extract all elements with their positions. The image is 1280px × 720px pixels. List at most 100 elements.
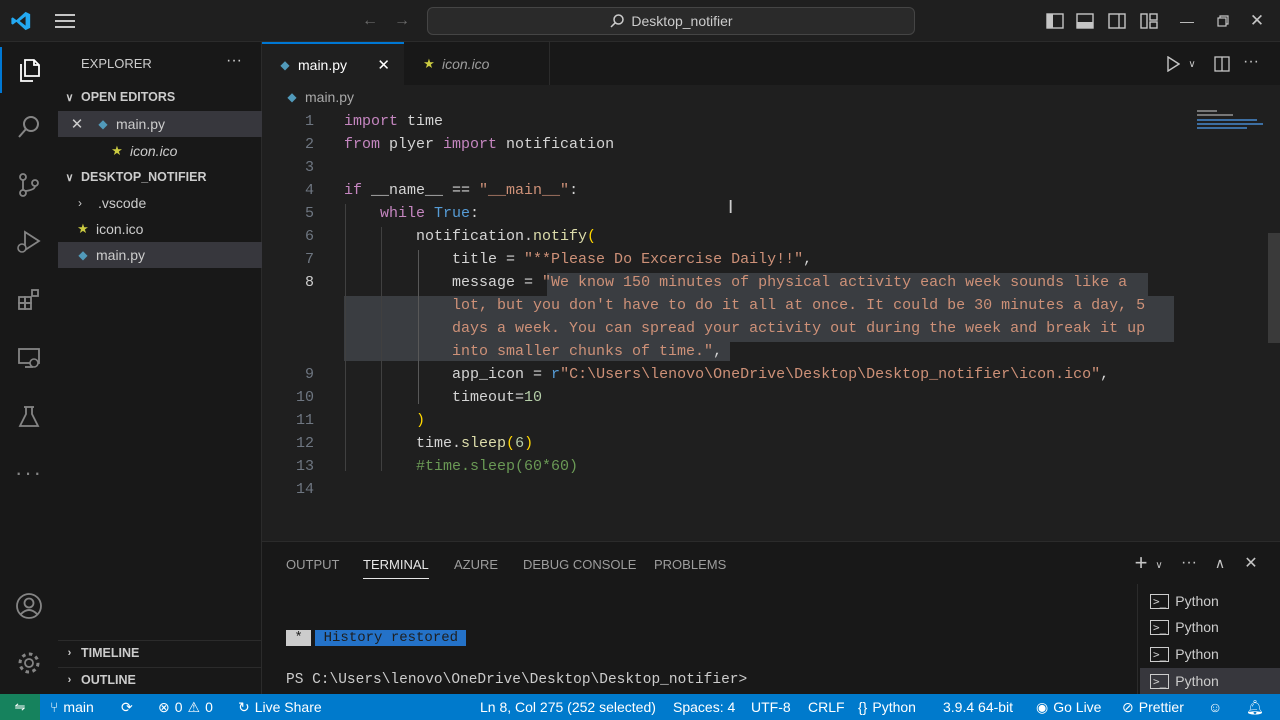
language-label: Python [872,699,916,715]
open-editor-item[interactable]: ★ icon.ico [58,138,262,164]
notifications-bell-icon[interactable]: 🔔︎ [1246,694,1264,720]
code-token: title [344,251,498,268]
remote-indicator[interactable]: ⇋ [0,694,40,720]
cursor-position[interactable]: Ln 8, Col 275 (252 selected) [480,694,656,720]
code-line[interactable]: days a week. You can spread your activit… [344,317,1145,340]
git-branch-icon: ⑂ [50,699,59,715]
code-line[interactable]: message = "We know 150 minutes of physic… [344,271,1127,294]
file-label: .vscode [98,195,147,211]
more-actions-icon[interactable]: ··· [226,52,242,70]
problems-indicator[interactable]: ⊗ 0 ⚠ 0 [158,694,213,720]
forward-arrow-icon[interactable]: → [390,9,414,33]
split-editor-icon[interactable] [1211,53,1233,75]
code-line[interactable]: while True: [344,202,479,225]
code-line[interactable]: #time.sleep(60*60) [344,455,578,478]
source-control-icon[interactable] [0,162,58,208]
restore-icon[interactable] [1212,9,1234,33]
file-item[interactable]: ★ icon.ico [58,216,262,242]
terminal-item[interactable]: >_ Python [1140,668,1280,694]
tab-main-py[interactable]: ◆ main.py ✕ [262,42,404,85]
code-token: = [524,366,552,383]
more-actions-icon[interactable]: ··· [1178,552,1200,574]
manage-gear-icon[interactable] [0,640,58,686]
code-token: message [344,274,516,291]
tab-terminal[interactable]: TERMINAL [363,557,429,579]
terminal-label: Python [1175,593,1219,609]
file-item[interactable]: ◆ main.py [58,242,262,268]
editor-scrollbar[interactable] [1268,233,1280,343]
code-line[interactable]: time.sleep(6) [344,432,533,455]
code-token: plyer [380,136,444,153]
breadcrumb[interactable]: ◆ main.py [285,89,354,105]
command-center-search[interactable]: Desktop_notifier [427,7,915,35]
terminal-item[interactable]: >_ Python [1150,641,1219,667]
code-line[interactable]: ) [344,409,425,432]
search-icon[interactable] [0,104,58,150]
code-line[interactable]: app_icon = r"C:\Users\lenovo\OneDrive\De… [344,363,1109,386]
folder-item[interactable]: › .vscode [58,190,262,216]
run-options-chevron-icon[interactable]: ∨ [1184,53,1200,75]
extensions-icon[interactable] [0,277,58,323]
outline-section[interactable]: › OUTLINE [58,667,262,691]
terminal-dropdown-chevron-icon[interactable]: ∨ [1152,554,1166,576]
explorer-icon[interactable] [0,47,58,93]
go-live-button[interactable]: ◉ Go Live [1036,694,1101,720]
feedback-icon[interactable]: ☺ [1208,694,1222,720]
menu-icon[interactable] [52,9,78,33]
live-share-button[interactable]: ↻ Live Share [238,694,322,720]
customize-layout-icon[interactable] [1138,9,1160,33]
line-number: 5 [304,205,314,222]
tab-icon-ico[interactable]: ★ icon.ico [404,42,550,85]
timeline-section[interactable]: › TIMELINE [58,640,262,664]
code-line[interactable]: lot, but you don't have to do it all at … [344,294,1145,317]
branch-indicator[interactable]: ⑂ main [50,694,94,720]
folder-section[interactable]: ∨ DESKTOP_NOTIFIER [58,165,262,189]
language-mode[interactable]: {} Python [858,694,916,720]
code-line[interactable]: notification.notify( [344,225,596,248]
indentation[interactable]: Spaces: 4 [673,694,735,720]
code-line[interactable]: from plyer import notification [344,133,614,156]
python-interpreter[interactable]: 3.9.4 64-bit [943,694,1013,720]
sync-icon[interactable]: ⟳ [121,694,133,720]
code-line[interactable]: into smaller chunks of time.", [344,340,722,363]
toggle-secondary-sidebar-icon[interactable] [1106,9,1128,33]
remote-explorer-icon[interactable] [0,335,58,381]
code-line[interactable]: if __name__ == "__main__": [344,179,578,202]
line-number: 6 [304,228,314,245]
code-token: : [470,205,480,222]
minimap[interactable] [1197,110,1263,130]
new-terminal-plus-icon[interactable]: + [1130,550,1152,575]
encoding[interactable]: UTF-8 [751,694,791,720]
tab-problems[interactable]: PROBLEMS [654,557,726,572]
toggle-primary-sidebar-icon[interactable] [1044,9,1066,33]
minimize-icon[interactable]: — [1176,9,1198,33]
maximize-panel-chevron-up-icon[interactable]: ∧ [1209,552,1231,574]
close-panel-icon[interactable]: ✕ [1240,552,1262,574]
back-arrow-icon[interactable]: ← [358,9,382,33]
run-python-file-icon[interactable] [1162,53,1184,75]
end-of-line[interactable]: CRLF [808,694,845,720]
testing-icon[interactable] [0,394,58,440]
code-editor[interactable]: I 1 2 3 4 5 6 7 8 9 10 11 12 13 14 import time from pl… [262,85,1280,541]
open-editor-item[interactable]: ✕ ◆ main.py [58,111,262,137]
more-actions-icon[interactable]: ··· [1240,51,1262,73]
toggle-panel-icon[interactable] [1074,9,1096,33]
close-tab-icon[interactable]: ✕ [377,56,390,74]
close-editor-icon[interactable]: ✕ [58,115,96,133]
code-line[interactable]: import time [344,110,443,133]
tab-debug-console[interactable]: DEBUG CONSOLE [523,557,636,572]
terminal-item[interactable]: >_ Python [1150,588,1219,614]
terminal-prompt[interactable]: PS C:\Users\lenovo\OneDrive\Desktop\Desk… [286,672,747,688]
code-line[interactable]: title = "**Please Do Excercise Daily!!", [344,248,812,271]
code-line[interactable]: timeout=10 [344,386,542,409]
terminal-item[interactable]: >_ Python [1150,614,1219,640]
open-editors-section[interactable]: ∨ OPEN EDITORS [58,85,262,109]
prettier-button[interactable]: ⊘ Prettier [1122,694,1184,720]
accounts-icon[interactable] [0,583,58,629]
tab-output[interactable]: OUTPUT [286,557,339,572]
run-debug-icon[interactable] [0,218,58,264]
close-window-icon[interactable]: ✕ [1246,9,1268,33]
tab-azure[interactable]: AZURE [454,557,498,572]
more-views-icon[interactable]: ··· [0,450,58,496]
live-share-icon: ↻ [238,698,250,715]
